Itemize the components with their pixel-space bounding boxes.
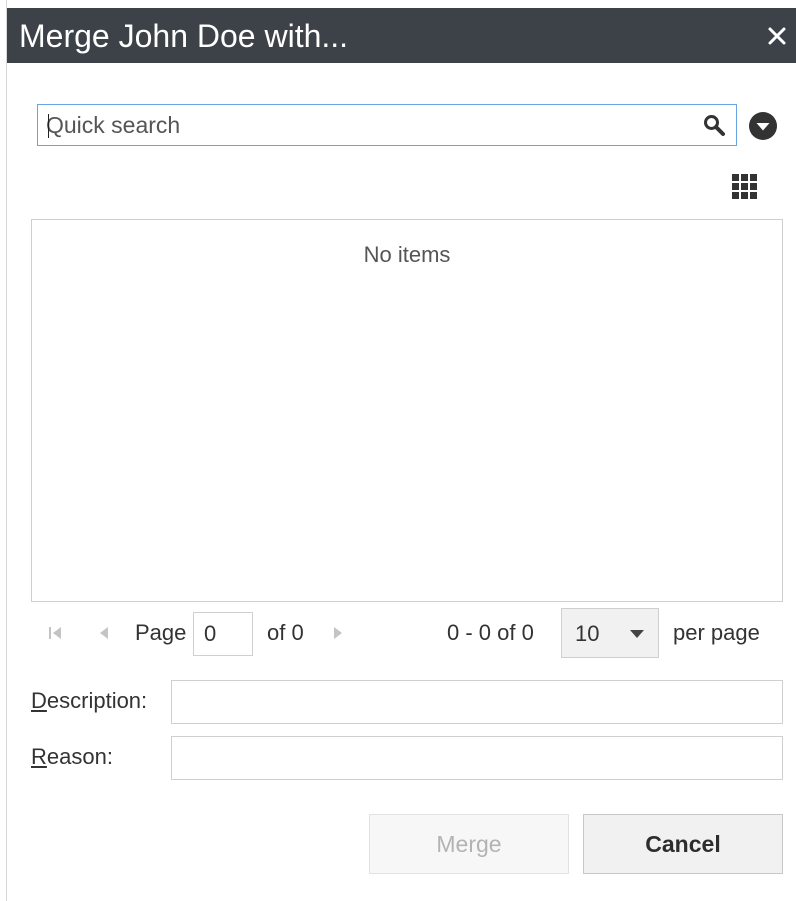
- reason-label-accesskey: R: [31, 744, 47, 769]
- merge-dialog: Merge John Doe with... No items: [6, 0, 796, 901]
- quick-search-input[interactable]: [46, 109, 686, 141]
- page-label: Page: [135, 620, 187, 645]
- per-page-label: per page: [673, 620, 760, 645]
- dialog-title: Merge John Doe with...: [19, 18, 349, 54]
- search-options-dropdown-icon[interactable]: [748, 111, 778, 141]
- merge-button[interactable]: Merge: [369, 814, 569, 874]
- close-icon: [768, 27, 786, 45]
- description-label: Description:: [31, 688, 147, 714]
- description-label-text: escription:: [46, 688, 148, 713]
- next-page-icon[interactable]: [329, 624, 347, 642]
- chevron-down-icon: [630, 630, 644, 638]
- dialog-titlebar: Merge John Doe with...: [7, 8, 796, 63]
- description-field[interactable]: [171, 680, 783, 724]
- text-cursor: [48, 114, 49, 138]
- grid-view-icon[interactable]: [731, 172, 757, 202]
- pager: Page of 0 0 - 0 of 0 10 per page: [31, 608, 783, 658]
- previous-page-icon[interactable]: [95, 624, 113, 642]
- empty-list-message: No items: [363, 242, 451, 267]
- close-button[interactable]: [763, 22, 791, 50]
- item-range-text: 0 - 0 of 0: [447, 620, 534, 645]
- page-count-label: of 0: [267, 620, 304, 645]
- quick-search-box: [37, 104, 737, 146]
- per-page-value: 10: [575, 621, 600, 646]
- results-list: No items: [31, 219, 783, 602]
- search-icon[interactable]: [702, 113, 726, 137]
- reason-label: Reason:: [31, 744, 113, 770]
- reason-label-text: eason:: [46, 744, 113, 769]
- page-number-input[interactable]: [193, 612, 253, 656]
- cancel-button[interactable]: Cancel: [583, 814, 783, 874]
- first-page-icon[interactable]: [47, 624, 65, 642]
- reason-field[interactable]: [171, 736, 783, 780]
- per-page-select[interactable]: 10: [561, 608, 659, 658]
- description-label-accesskey: D: [31, 688, 47, 713]
